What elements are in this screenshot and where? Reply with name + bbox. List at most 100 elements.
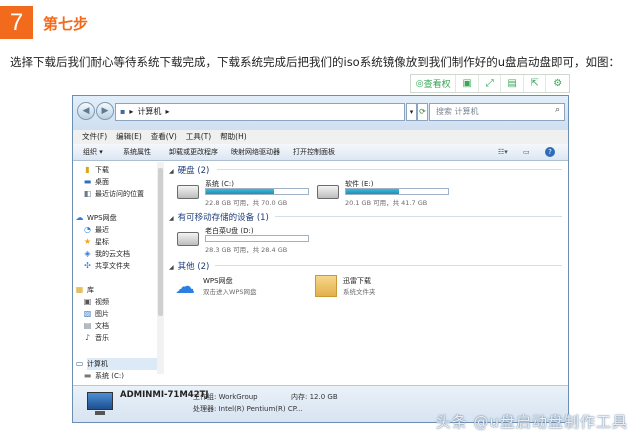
sidebar-item-downloads[interactable]: ▮ 下载 xyxy=(85,164,109,176)
sidebar-item-cloud-docs[interactable]: ◈ 我的云文档 xyxy=(84,248,130,260)
sidebar-item-videos[interactable]: ▣ 视频 xyxy=(84,296,109,308)
nav-scrollbar-thumb[interactable] xyxy=(158,168,163,316)
folder-icon: ▮ xyxy=(85,165,90,174)
recent-icon: ◔ xyxy=(84,225,91,234)
hard-drive-icon xyxy=(317,185,339,199)
forward-button[interactable]: ▶ xyxy=(96,102,114,120)
search-input[interactable]: 搜索 计算机 xyxy=(429,103,565,121)
other-item-subtitle: 系统文件夹 xyxy=(343,288,376,296)
sidebar-item-pictures[interactable]: ▨ 图片 xyxy=(84,308,109,320)
address-separator-2: ▸ xyxy=(165,107,170,116)
sidebar-item-computer[interactable]: ▭ 计算机 xyxy=(76,358,163,370)
refresh-icon[interactable]: ⟳ xyxy=(417,103,428,121)
section-hdd[interactable]: ◢ 硬盘 (2) xyxy=(169,164,209,176)
section-other[interactable]: ◢ 其他 (2) xyxy=(169,260,209,272)
address-bar[interactable]: ▪ ▸ 计算机 ▸ xyxy=(115,103,405,121)
library-icon: ▦ xyxy=(75,285,84,294)
sidebar-item-libraries[interactable]: ▦ 库 xyxy=(76,284,94,296)
share-folder-icon: ✣ xyxy=(84,261,91,270)
desktop-icon: ▬ xyxy=(83,177,92,186)
memory-text: 内存: 12.0 GB xyxy=(291,393,338,401)
menu-help[interactable]: 帮助(H) xyxy=(220,132,247,141)
open-control-panel-button[interactable]: 打开控制面板 xyxy=(293,144,335,161)
video-icon: ▣ xyxy=(83,297,92,306)
drive-usage-bar xyxy=(205,188,309,195)
preview-pane-icon[interactable]: ▭ xyxy=(523,144,530,161)
document-icon: ▤ xyxy=(83,321,92,330)
address-path: 计算机 xyxy=(137,107,162,116)
menu-file[interactable]: 文件(F) xyxy=(82,132,107,141)
computer-icon-stand xyxy=(95,411,105,415)
help-icon[interactable]: ? xyxy=(545,147,555,157)
explorer-window: ◀ ▶ ▪ ▸ 计算机 ▸ ▾ ⟳ 搜索 计算机 ⌕ 文件(F) 编辑(E) 查看(… xyxy=(72,95,569,423)
section-removable[interactable]: ◢ 有可移动存储的设备 (1) xyxy=(169,211,269,223)
quick-view-label: 查看权 xyxy=(423,80,451,90)
title-bar: ◀ ▶ ▪ ▸ 计算机 ▸ ▾ ⟳ 搜索 计算机 ⌕ xyxy=(73,96,568,130)
drive-space: 28.3 GB 可用，共 28.4 GB xyxy=(205,246,288,254)
drive-usage-fill xyxy=(346,189,400,194)
settings-icon[interactable]: ⚙ xyxy=(546,75,569,92)
menu-bar: 文件(F) 编辑(E) 查看(V) 工具(T) 帮助(H) xyxy=(73,130,568,144)
step-number-badge: 7 xyxy=(0,6,33,39)
computer-icon xyxy=(87,392,113,410)
processor-text: 处理器: Intel(R) Pentium(R) CP... xyxy=(193,405,303,413)
picture-icon: ▨ xyxy=(83,309,92,318)
cloud-icon: ☁ xyxy=(175,274,195,298)
content-pane: ◢ 硬盘 (2) 系统 (C:) 22.8 GB 可用，共 70.0 GB 软件 … xyxy=(165,162,568,384)
section-divider xyxy=(215,265,562,266)
other-item-xunlei-download[interactable]: 迅雷下载 系统文件夹 xyxy=(315,274,445,300)
sidebar-item-music[interactable]: ♪ 音乐 xyxy=(85,332,109,344)
section-divider xyxy=(275,216,562,217)
collapse-icon: ◢ xyxy=(169,264,174,271)
ocr-icon[interactable]: ▣ xyxy=(456,75,479,92)
address-dropdown-button[interactable]: ▾ xyxy=(406,103,417,121)
sidebar-item-starred[interactable]: ★ 星标 xyxy=(84,236,109,248)
star-icon: ★ xyxy=(83,237,92,246)
map-network-drive-button[interactable]: 映射网络驱动器 xyxy=(231,144,280,161)
share-icon[interactable]: ⇱ xyxy=(524,75,547,92)
sidebar-item-recent-places[interactable]: ◧ 最近访问的位置 xyxy=(84,188,144,200)
other-item-wps-cloud[interactable]: ☁ WPS网盘 双击进入WPS网盘 xyxy=(175,274,305,300)
menu-edit[interactable]: 编辑(E) xyxy=(116,132,142,141)
drive-item[interactable]: 软件 (E:) 20.1 GB 可用，共 41.7 GB xyxy=(317,179,457,207)
menu-view[interactable]: 查看(V) xyxy=(151,132,177,141)
nav-scrollbar[interactable] xyxy=(157,162,164,374)
sidebar-item-drive-c[interactable]: ▬ 系统 (C:) xyxy=(84,370,124,382)
usb-drive-icon xyxy=(177,232,199,246)
sidebar-item-desktop[interactable]: ▬ 桌面 xyxy=(84,176,109,188)
view-options-icon[interactable]: ☷▾ xyxy=(498,144,508,161)
computer-icon: ▭ xyxy=(75,359,84,368)
watermark: 头条 @u盘启动盘制作工具 xyxy=(435,413,628,431)
other-item-title: WPS网盘 xyxy=(203,277,233,285)
other-item-title: 迅雷下载 xyxy=(343,277,371,285)
music-icon: ♪ xyxy=(84,333,91,342)
cloud-doc-icon: ◈ xyxy=(84,249,91,258)
uninstall-program-button[interactable]: 卸载或更改程序 xyxy=(169,144,218,161)
drive-usage-bar xyxy=(345,188,449,195)
sidebar-item-shared-folder[interactable]: ✣ 共享文件夹 xyxy=(84,260,130,272)
system-properties-button[interactable]: 系统属性 xyxy=(123,144,151,161)
sidebar-item-recent[interactable]: ◔ 最近 xyxy=(84,224,109,236)
step-description: 选择下载后我们耐心等待系统下载完成，下载系统完成后把我们的iso系统镜像放到我们… xyxy=(10,55,621,69)
workgroup-text: 工作组: WorkGroup xyxy=(193,393,258,401)
computer-icon: ▪ xyxy=(120,107,126,116)
quick-view-button[interactable]: ◎ 查看权 xyxy=(411,75,457,92)
drive-usage-bar xyxy=(205,235,309,242)
expand-icon[interactable]: ⤢ xyxy=(479,75,502,92)
sidebar-item-documents[interactable]: ▤ 文档 xyxy=(84,320,109,332)
address-separator: ▸ xyxy=(129,107,134,116)
menu-tools[interactable]: 工具(T) xyxy=(186,132,211,141)
search-icon[interactable]: ⌕ xyxy=(555,105,560,115)
drive-item[interactable]: 老白菜U盘 (D:) 28.3 GB 可用，共 28.4 GB xyxy=(177,226,317,254)
section-divider xyxy=(217,169,562,170)
download-folder-icon xyxy=(315,275,337,297)
organize-button[interactable]: 组织 ▾ xyxy=(83,144,103,161)
image-toolbar: ◎ 查看权 ▣ ⤢ ▤ ⇱ ⚙ xyxy=(410,74,570,93)
drive-space: 22.8 GB 可用，共 70.0 GB xyxy=(205,199,288,207)
drive-usage-fill xyxy=(206,189,275,194)
save-icon[interactable]: ▤ xyxy=(501,75,524,92)
navigation-pane: ▮ 下载 ▬ 桌面 ◧ 最近访问的位置 ☁ WPS网盘 ◔ 最近 ★ 星标 ◈ 我的云文档 ✣… xyxy=(73,162,163,384)
back-button[interactable]: ◀ xyxy=(77,102,95,120)
sidebar-item-wps-cloud[interactable]: ☁ WPS网盘 xyxy=(76,212,117,224)
drive-item[interactable]: 系统 (C:) 22.8 GB 可用，共 70.0 GB xyxy=(177,179,317,207)
